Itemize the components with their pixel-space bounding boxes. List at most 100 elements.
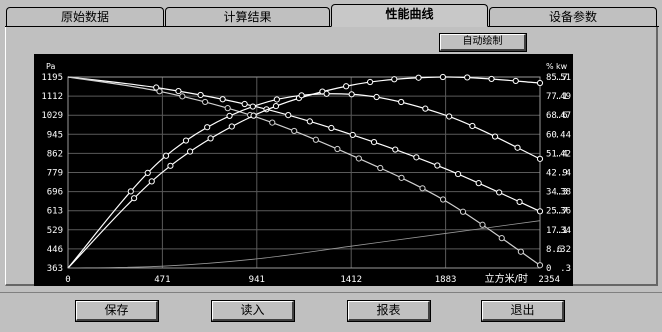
series-point — [148, 178, 155, 185]
series-point — [167, 162, 174, 169]
series-point — [162, 152, 170, 159]
series-point — [343, 83, 350, 90]
series-point — [512, 77, 519, 85]
y-tick-label-kw: .51 — [555, 73, 571, 83]
series-point — [391, 76, 398, 83]
series-point — [207, 135, 214, 142]
series-point — [415, 74, 422, 81]
series-point — [517, 248, 524, 255]
series-point — [455, 170, 462, 178]
series-point — [328, 124, 335, 132]
series-point — [156, 88, 163, 95]
y-tick-label-kw: .49 — [555, 92, 571, 102]
series-point — [514, 144, 521, 151]
series-point — [348, 91, 355, 98]
series-point — [323, 90, 330, 97]
series-point — [439, 196, 447, 203]
series-point — [182, 137, 190, 144]
series-point — [536, 79, 544, 87]
series-point — [291, 127, 298, 135]
performance-chart: 36344652961369677986294510291112119508.6… — [34, 54, 573, 286]
series-point — [419, 185, 426, 192]
x-tick-label: 471 — [154, 275, 170, 285]
chart-background — [34, 54, 573, 286]
series-point — [439, 73, 446, 81]
series-point — [179, 93, 186, 100]
y-tick-label-kw: .34 — [555, 226, 571, 236]
series-point — [366, 78, 374, 86]
series-point — [334, 145, 341, 153]
series-point — [479, 221, 486, 228]
series-point — [536, 208, 544, 215]
series-point — [226, 112, 233, 119]
series-point — [434, 162, 441, 169]
series-point — [312, 136, 319, 143]
y-axis-unit-pa: Pa — [46, 62, 55, 71]
y-tick-label-kw: .32 — [555, 245, 571, 255]
series-point — [144, 169, 151, 176]
series-point — [516, 198, 523, 205]
series-point — [219, 96, 226, 103]
series-point — [496, 189, 503, 196]
series-point — [131, 195, 138, 202]
series-point — [464, 74, 471, 81]
report-button[interactable]: 报表 — [347, 300, 431, 322]
series-point — [459, 208, 467, 215]
y-tick-label-kw: .38 — [555, 188, 571, 198]
series-point — [269, 119, 276, 126]
y-tick-label-kw: .44 — [555, 130, 571, 140]
series-point — [224, 105, 231, 112]
footer-separator — [0, 292, 662, 293]
tab-performance-curve[interactable]: 性能曲线 — [331, 4, 488, 27]
series-point — [298, 92, 305, 99]
series-point — [536, 155, 544, 162]
series-point — [186, 148, 194, 155]
series-point — [373, 93, 380, 101]
series-point — [228, 123, 235, 130]
series-point — [175, 87, 182, 95]
series-point — [475, 180, 482, 187]
y-tick-label-kw: .36 — [555, 207, 571, 217]
y-tick-label-pa: 1029 — [41, 111, 63, 121]
series-point — [413, 154, 420, 161]
y-tick-label-kw: .47 — [555, 111, 571, 121]
series-point — [285, 112, 292, 119]
y-tick-label-pa: 945 — [47, 130, 63, 140]
series-point — [349, 131, 356, 139]
series-point — [249, 103, 256, 110]
x-tick-label: 941 — [249, 275, 265, 285]
series-point — [469, 122, 476, 130]
x-tick-label: 1883 — [435, 275, 457, 285]
load-button[interactable]: 读入 — [211, 300, 295, 322]
series-point — [422, 105, 429, 112]
series-point — [355, 155, 362, 162]
series-point — [488, 75, 495, 83]
exit-button[interactable]: 退出 — [481, 300, 565, 322]
x-tick-label: 2354 — [538, 275, 560, 285]
series-point — [491, 133, 499, 140]
y-tick-label-pa: 529 — [47, 226, 63, 236]
series-point — [446, 113, 453, 120]
y-tick-label-pa: 1195 — [41, 73, 63, 83]
y-tick-label-pa: 613 — [47, 207, 63, 217]
y-tick-label-pa: 446 — [47, 245, 63, 255]
series-point — [370, 138, 378, 146]
series-point — [536, 262, 544, 269]
x-tick-label: 0 — [65, 275, 70, 285]
y-tick-label-pa: 363 — [47, 264, 63, 274]
series-point — [197, 91, 204, 99]
y-tick-label-pa: 1112 — [41, 92, 63, 102]
y-tick-label-kw: .42 — [555, 149, 571, 159]
y-axis-unit-kw: kw — [556, 62, 568, 71]
x-axis-unit: 立方米/时 — [485, 272, 528, 285]
series-point — [202, 98, 209, 106]
y-axis-unit-pct: % — [546, 62, 554, 71]
series-point — [377, 164, 384, 172]
y-tick-label-pa: 779 — [47, 169, 63, 179]
series-point — [498, 235, 505, 242]
series-point — [306, 118, 313, 125]
performance-curve-window: 原始数据 计算结果 性能曲线 设备参数 自动绘制 363 446 529 613 696… — [0, 0, 662, 332]
save-button[interactable]: 保存 — [75, 300, 159, 322]
y-tick-label-kw: .3 — [560, 264, 571, 274]
series-point — [241, 100, 248, 108]
